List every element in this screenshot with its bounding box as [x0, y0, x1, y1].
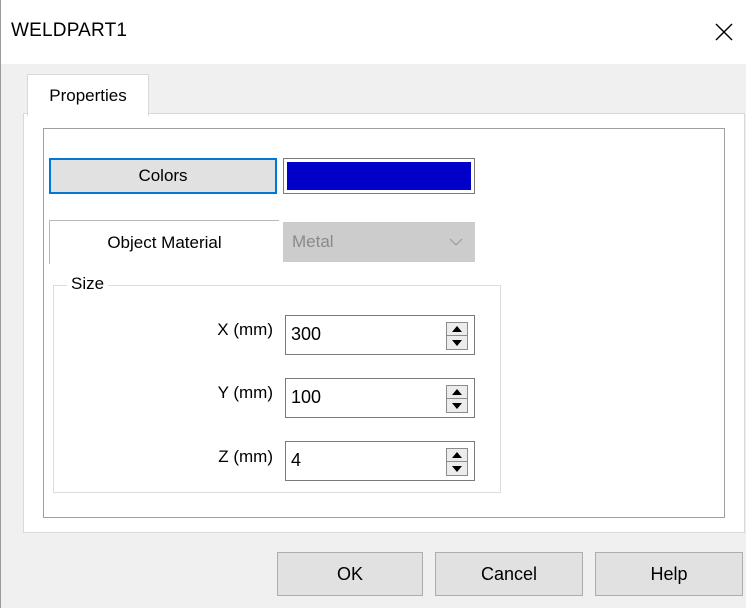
material-select: Metal: [283, 222, 475, 262]
colors-button[interactable]: Colors: [49, 158, 277, 194]
close-button[interactable]: [701, 10, 746, 54]
y-mm-spinner: [446, 385, 468, 413]
y-mm-input[interactable]: 100: [285, 378, 475, 418]
x-mm-input[interactable]: 300: [285, 315, 475, 355]
z-mm-decrement-button[interactable]: [447, 462, 467, 475]
x-mm-spinner: [446, 322, 468, 350]
close-icon: [715, 23, 733, 41]
triangle-up-icon: [452, 452, 462, 458]
triangle-down-icon: [452, 402, 462, 409]
dialog-window: WELDPART1 Properties Colors Object Mater…: [0, 0, 746, 608]
help-button[interactable]: Help: [595, 552, 743, 596]
x-mm-increment-button[interactable]: [447, 323, 467, 336]
title-bar: WELDPART1: [1, 0, 746, 64]
y-mm-value: 100: [291, 387, 322, 407]
y-mm-decrement-button[interactable]: [447, 399, 467, 412]
triangle-down-icon: [452, 465, 462, 472]
material-select-value: Metal: [292, 232, 334, 251]
size-group-title: Size: [67, 274, 109, 294]
window-title: WELDPART1: [11, 20, 128, 41]
color-swatch[interactable]: [283, 158, 475, 194]
y-mm-increment-button[interactable]: [447, 386, 467, 399]
tab-properties[interactable]: Properties: [27, 74, 149, 116]
z-mm-spinner: [446, 448, 468, 476]
color-swatch-fill: [287, 162, 471, 190]
x-mm-value: 300: [291, 324, 322, 344]
z-mm-increment-button[interactable]: [447, 449, 467, 462]
cancel-button[interactable]: Cancel: [435, 552, 583, 596]
z-mm-label: Z (mm): [218, 447, 273, 466]
z-mm-input[interactable]: 4: [285, 441, 475, 481]
triangle-up-icon: [452, 326, 462, 332]
triangle-up-icon: [452, 389, 462, 395]
x-mm-label: X (mm): [217, 320, 273, 339]
ok-button[interactable]: OK: [277, 552, 423, 596]
triangle-down-icon: [452, 339, 462, 346]
chevron-down-icon: [449, 238, 463, 246]
z-mm-value: 4: [291, 450, 302, 470]
x-mm-decrement-button[interactable]: [447, 336, 467, 349]
object-material-label: Object Material: [49, 220, 279, 264]
y-mm-label: Y (mm): [217, 383, 273, 402]
